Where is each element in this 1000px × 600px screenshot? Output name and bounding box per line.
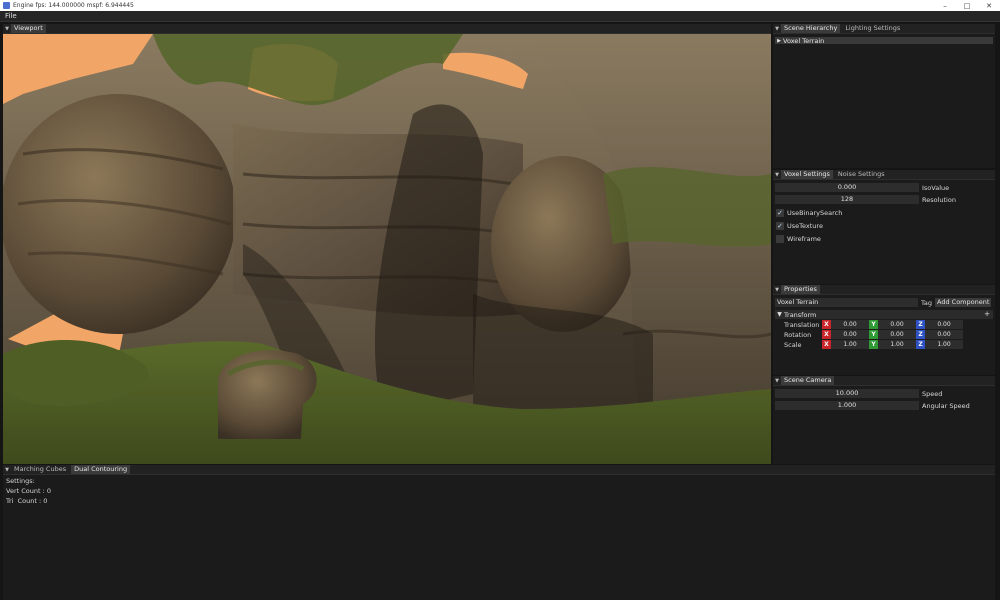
- entity-name-row: Voxel Terrain Tag Add Component: [775, 298, 993, 307]
- rotation-z-input[interactable]: 0.00: [925, 330, 963, 339]
- translation-row: Translation X 0.00 Y 0.00 Z 0.00: [784, 320, 995, 329]
- tab-voxel-settings[interactable]: Voxel Settings: [781, 170, 833, 179]
- menu-file[interactable]: File: [0, 12, 22, 20]
- properties-tabbar: ▼ Properties: [773, 285, 995, 295]
- chevron-right-icon[interactable]: ▶: [775, 38, 783, 44]
- wireframe-label: Wireframe: [787, 234, 821, 243]
- axis-x-button[interactable]: X: [822, 320, 831, 329]
- axis-x-button[interactable]: X: [822, 340, 831, 349]
- viewport-tabbar: ▼ Viewport: [3, 24, 771, 34]
- axis-y-button[interactable]: Y: [869, 320, 878, 329]
- check-icon: ✓: [777, 208, 783, 217]
- rotation-label: Rotation: [784, 330, 812, 339]
- menu-bar: File: [0, 11, 1000, 22]
- angular-speed-label: Angular Speed: [922, 401, 970, 410]
- collapse-icon[interactable]: ▼: [3, 24, 11, 34]
- transform-header[interactable]: ▼ Transform +: [775, 310, 993, 319]
- angular-speed-input[interactable]: 1.000: [775, 401, 919, 410]
- use-texture-row: ✓ UseTexture: [776, 221, 993, 230]
- wireframe-row: Wireframe: [776, 234, 993, 243]
- iso-value-label: IsoValue: [922, 183, 950, 192]
- translation-label: Translation: [784, 320, 820, 329]
- voxel-tabbar: ▼ Voxel Settings Noise Settings: [773, 170, 995, 180]
- scale-z-input[interactable]: 1.00: [925, 340, 963, 349]
- iso-value-input[interactable]: 0.000: [775, 183, 919, 192]
- resolution-input[interactable]: 128: [775, 195, 919, 204]
- resolution-label: Resolution: [922, 195, 956, 204]
- tab-lighting-settings[interactable]: Lighting Settings: [842, 24, 903, 33]
- tab-dual-contouring[interactable]: Dual Contouring: [71, 465, 131, 474]
- scene-hierarchy-panel: ▼ Scene Hierarchy Lighting Settings ▶ Vo…: [773, 24, 995, 168]
- properties-panel: ▼ Properties Voxel Terrain Tag Add Compo…: [773, 285, 995, 375]
- axis-x-button[interactable]: X: [822, 330, 831, 339]
- translation-y-input[interactable]: 0.00: [878, 320, 916, 329]
- close-icon[interactable]: ✕: [978, 0, 1000, 11]
- collapse-icon[interactable]: ▼: [3, 465, 11, 475]
- entity-name-input[interactable]: Voxel Terrain: [775, 298, 918, 307]
- viewport-panel: ▼ Viewport: [3, 24, 771, 464]
- rotation-y-input[interactable]: 0.00: [878, 330, 916, 339]
- axis-y-button[interactable]: Y: [869, 330, 878, 339]
- use-binary-search-row: ✓ UseBinarySearch: [776, 208, 993, 217]
- check-icon: ✓: [777, 221, 783, 230]
- viewport-render[interactable]: [3, 34, 771, 464]
- tri-count-text: Tri Count : 0: [6, 497, 48, 505]
- speed-row: 10.000 Speed: [775, 389, 993, 398]
- scale-x-input[interactable]: 1.00: [831, 340, 869, 349]
- use-binary-search-label: UseBinarySearch: [787, 208, 843, 217]
- axis-z-button[interactable]: Z: [916, 330, 925, 339]
- resolution-row: 128 Resolution: [775, 195, 993, 204]
- collapse-icon[interactable]: ▼: [773, 170, 781, 180]
- window-titlebar: Engine fps: 144.000000 mspf: 6.944445 – …: [0, 0, 1000, 11]
- scene-camera-panel: ▼ Scene Camera 10.000 Speed 1.000 Angula…: [773, 376, 995, 464]
- speed-label: Speed: [922, 389, 943, 398]
- wireframe-checkbox[interactable]: [776, 234, 784, 243]
- tab-noise-settings[interactable]: Noise Settings: [835, 170, 888, 179]
- scale-row: Scale X 1.00 Y 1.00 Z 1.00: [784, 340, 995, 349]
- transform-label: Transform: [784, 310, 817, 319]
- rotation-row: Rotation X 0.00 Y 0.00 Z 0.00: [784, 330, 995, 339]
- use-binary-search-checkbox[interactable]: ✓: [776, 208, 784, 217]
- tab-scene-hierarchy[interactable]: Scene Hierarchy: [781, 24, 841, 33]
- vert-count-text: Vert Count : 0: [6, 487, 51, 495]
- scale-y-input[interactable]: 1.00: [878, 340, 916, 349]
- window-title: Engine fps: 144.000000 mspf: 6.944445: [13, 2, 134, 9]
- iso-value-row: 0.000 IsoValue: [775, 183, 993, 192]
- bottom-tabbar: ▼ Marching Cubes Dual Contouring: [3, 465, 995, 475]
- use-texture-label: UseTexture: [787, 221, 823, 230]
- collapse-icon[interactable]: ▼: [773, 24, 781, 34]
- tab-marching-cubes[interactable]: Marching Cubes: [11, 465, 69, 474]
- tab-scene-camera[interactable]: Scene Camera: [781, 376, 835, 385]
- tab-viewport[interactable]: Viewport: [11, 24, 46, 33]
- angular-speed-row: 1.000 Angular Speed: [775, 401, 993, 410]
- app-icon: [3, 2, 10, 9]
- translation-z-input[interactable]: 0.00: [925, 320, 963, 329]
- speed-input[interactable]: 10.000: [775, 389, 919, 398]
- bottom-panel: ▼ Marching Cubes Dual Contouring Setting…: [3, 465, 995, 600]
- settings-heading: Settings:: [6, 477, 35, 485]
- translation-x-input[interactable]: 0.00: [831, 320, 869, 329]
- hierarchy-tabbar: ▼ Scene Hierarchy Lighting Settings: [773, 24, 995, 34]
- scale-label: Scale: [784, 340, 802, 349]
- collapse-icon[interactable]: ▼: [773, 285, 781, 295]
- plus-icon[interactable]: +: [984, 310, 990, 319]
- axis-z-button[interactable]: Z: [916, 320, 925, 329]
- minimize-icon[interactable]: –: [934, 0, 956, 11]
- maximize-icon[interactable]: □: [956, 0, 978, 11]
- axis-z-button[interactable]: Z: [916, 340, 925, 349]
- collapse-icon[interactable]: ▼: [773, 376, 781, 386]
- camera-tabbar: ▼ Scene Camera: [773, 376, 995, 386]
- terrain-render: [3, 34, 771, 464]
- tree-item-label: Voxel Terrain: [783, 36, 825, 45]
- rotation-x-input[interactable]: 0.00: [831, 330, 869, 339]
- use-texture-checkbox[interactable]: ✓: [776, 221, 784, 230]
- tag-label[interactable]: Tag: [921, 299, 932, 307]
- axis-y-button[interactable]: Y: [869, 340, 878, 349]
- add-component-button[interactable]: Add Component: [935, 298, 992, 307]
- tab-properties[interactable]: Properties: [781, 285, 820, 294]
- tree-item-voxel-terrain[interactable]: ▶ Voxel Terrain: [775, 36, 993, 45]
- window-controls: – □ ✕: [934, 0, 1000, 11]
- voxel-settings-panel: ▼ Voxel Settings Noise Settings 0.000 Is…: [773, 170, 995, 284]
- triangle-down-icon: ▼: [777, 311, 782, 318]
